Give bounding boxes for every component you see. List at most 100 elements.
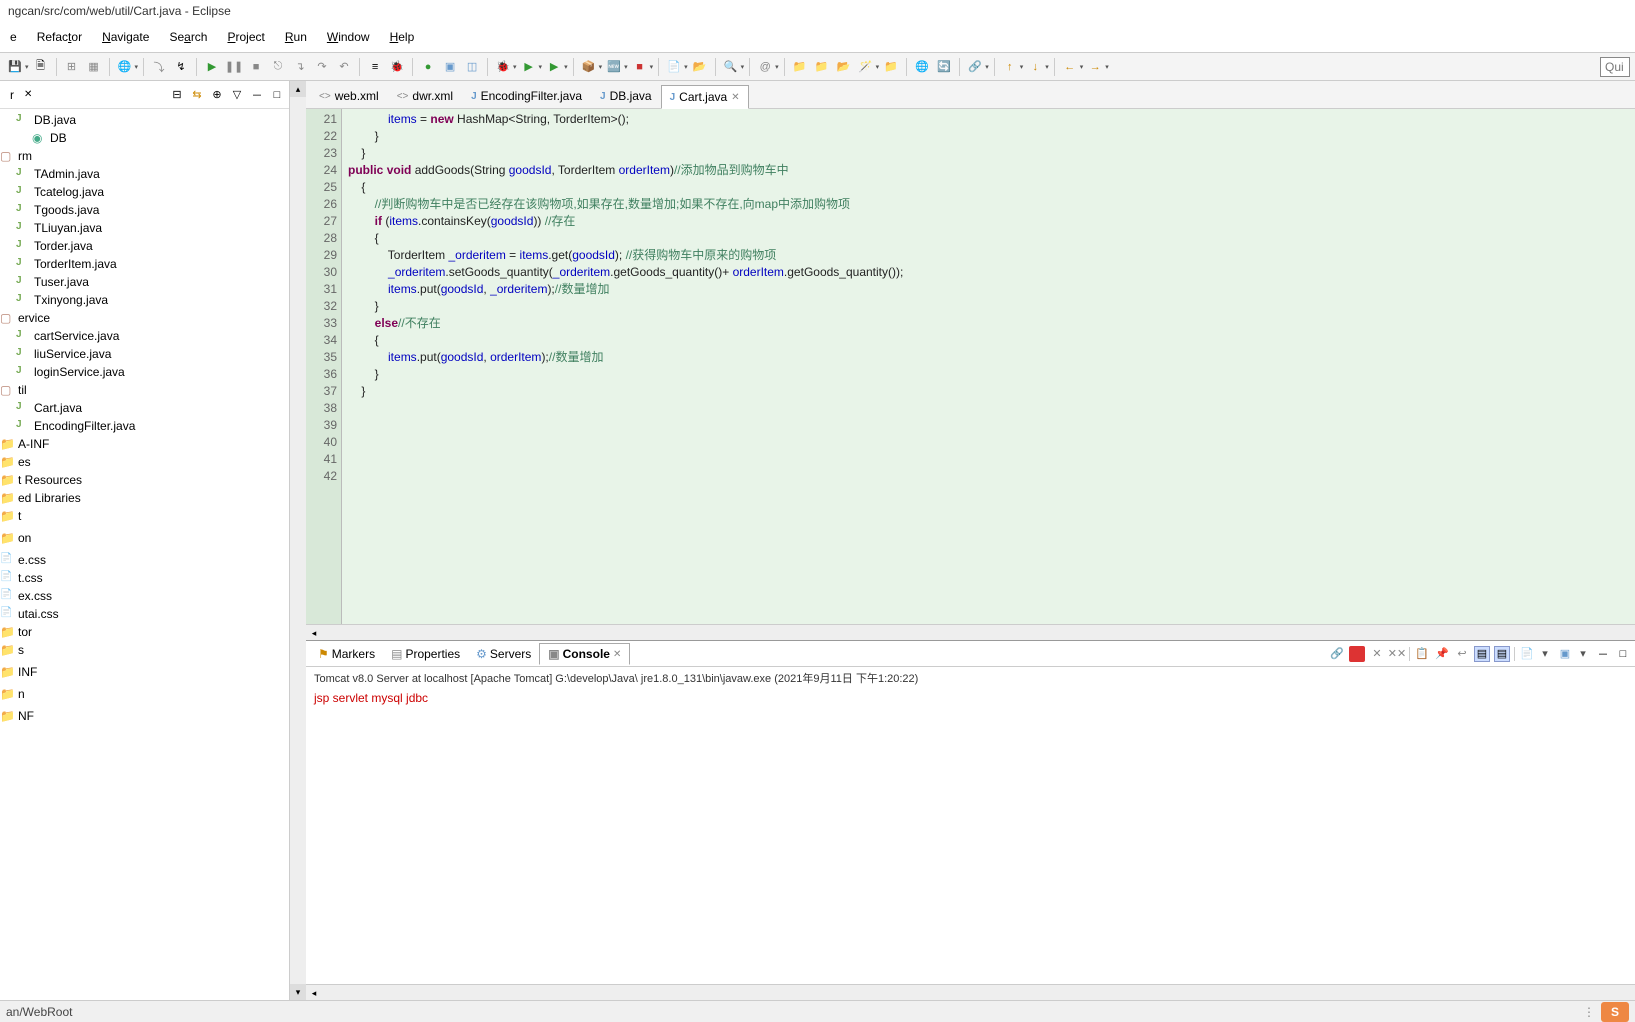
back-icon[interactable]: ← (1060, 57, 1080, 77)
ime-icon[interactable]: S (1601, 1002, 1629, 1022)
toggle-mark-icon[interactable]: ⊞ (62, 57, 82, 77)
folder4-icon[interactable]: 📁 (881, 57, 901, 77)
tree-item[interactable]: JDB.java (0, 111, 289, 129)
tree-item[interactable]: JTAdmin.java (0, 165, 289, 183)
debug-icon[interactable]: 🐞 (493, 57, 513, 77)
tree-item[interactable]: 📁n (0, 685, 289, 703)
tree-item[interactable]: JTuser.java (0, 273, 289, 291)
tree-item[interactable]: 📄t.css (0, 569, 289, 587)
wrap-icon[interactable]: ↩ (1454, 646, 1470, 662)
project-icon[interactable]: ▣ (440, 57, 460, 77)
tree-item[interactable]: JloginService.java (0, 363, 289, 381)
save-all-icon[interactable]: 🗎 (31, 57, 51, 77)
skip-icon[interactable]: ⤵ (149, 57, 169, 77)
scroll-down-icon[interactable]: ▾ (290, 984, 306, 1000)
code-content[interactable]: items = new HashMap<String, TorderItem>(… (342, 109, 1635, 624)
tree-item[interactable]: 📄ex.css (0, 587, 289, 605)
remove-all-icon[interactable]: ✕✕ (1389, 646, 1405, 662)
folder-icon[interactable]: 📁 (790, 57, 810, 77)
tree-item[interactable]: 📄utai.css (0, 605, 289, 623)
tree-item[interactable]: JTgoods.java (0, 201, 289, 219)
tree-item[interactable]: 📁ed Libraries (0, 489, 289, 507)
new-res-icon[interactable]: 📄 (664, 57, 684, 77)
package-icon[interactable]: ◫ (462, 57, 482, 77)
collapse-icon[interactable]: ⊟ (169, 87, 185, 103)
min-console-icon[interactable]: － (1595, 646, 1611, 662)
show-output-icon[interactable]: ▤ (1474, 646, 1490, 662)
menu-search[interactable]: Search (159, 26, 217, 48)
new-class-icon[interactable]: 🆕 (604, 57, 624, 77)
tree-item[interactable]: JTorder.java (0, 237, 289, 255)
tree-item[interactable]: 📁t Resources (0, 471, 289, 489)
editor-tab[interactable]: JCart.java✕ (661, 85, 749, 109)
display-console-icon[interactable]: ▣ (1557, 646, 1573, 662)
minimize-icon[interactable]: － (249, 87, 265, 103)
filter-icon[interactable]: ≡ (365, 57, 385, 77)
tree-item[interactable]: JliuService.java (0, 345, 289, 363)
code-editor[interactable]: 2122232425262728293031323334353637383940… (306, 109, 1635, 624)
search-icon[interactable]: 🔍 (721, 57, 741, 77)
step-icon[interactable]: ↯ (171, 57, 191, 77)
tab-markers[interactable]: ⚑Markers (310, 644, 383, 664)
resume-icon[interactable]: ▶ (202, 57, 222, 77)
menu-run[interactable]: Run (275, 26, 317, 48)
browser-icon[interactable]: 🌐 (115, 57, 135, 77)
tree-item[interactable]: 📁on (0, 529, 289, 547)
console-scroll-left-icon[interactable]: ◂ (306, 985, 322, 1000)
remove-terminated-icon[interactable]: ✕ (1369, 646, 1385, 662)
save-icon[interactable]: 💾 (5, 57, 25, 77)
tree-item[interactable]: 📄e.css (0, 551, 289, 569)
wand-icon[interactable]: 🪄 (856, 57, 876, 77)
status-menu-icon[interactable]: ⋮ (1583, 1005, 1595, 1019)
maximize-icon[interactable]: □ (269, 87, 285, 103)
view-menu-icon[interactable]: ▽ (229, 87, 245, 103)
menu-help[interactable]: Help (380, 26, 425, 48)
tree-item[interactable]: ▢ervice (0, 309, 289, 327)
folder3-icon[interactable]: 📂 (834, 57, 854, 77)
tree-item[interactable]: 📁INF (0, 663, 289, 681)
console-output[interactable]: jsp servlet mysql jdbc (306, 689, 1635, 984)
tree-item[interactable]: JTxinyong.java (0, 291, 289, 309)
next-annot-icon[interactable]: ↓ (1025, 57, 1045, 77)
bug-icon[interactable]: 🐞 (387, 57, 407, 77)
tab-console[interactable]: ▣Console ✕ (539, 643, 630, 665)
web-icon[interactable]: 🌐 (912, 57, 932, 77)
stepreturn-icon[interactable]: ↶ (334, 57, 354, 77)
max-console-icon[interactable]: □ (1615, 646, 1631, 662)
prev-annot-icon[interactable]: ↑ (1000, 57, 1020, 77)
build-icon[interactable]: ● (418, 57, 438, 77)
stop-icon[interactable]: ■ (246, 57, 266, 77)
new-pkg-icon[interactable]: 📦 (579, 57, 599, 77)
stepinto-icon[interactable]: ↴ (290, 57, 310, 77)
editor-tab[interactable]: JEncodingFilter.java (462, 84, 591, 108)
file-tree[interactable]: JDB.java◉DB▢rmJTAdmin.javaJTcatelog.java… (0, 109, 289, 1000)
focus-icon[interactable]: ⊕ (209, 87, 225, 103)
tree-item[interactable]: JCart.java (0, 399, 289, 417)
editor-hscrollbar[interactable]: ◂ (306, 624, 1635, 640)
tree-item[interactable]: JTLiuyan.java (0, 219, 289, 237)
menu-navigate[interactable]: Navigate (92, 26, 159, 48)
link-editor-icon[interactable]: ⇆ (189, 87, 205, 103)
pause-icon[interactable]: ❚❚ (224, 57, 244, 77)
editor-tab[interactable]: JDB.java (591, 84, 661, 108)
tree-item[interactable]: ◉DB (0, 129, 289, 147)
pin-icon[interactable]: 📌 (1434, 646, 1450, 662)
open-console-icon[interactable]: 📄 (1519, 646, 1535, 662)
stepover-icon[interactable]: ↷ (312, 57, 332, 77)
scroll-up-icon[interactable]: ▴ (290, 81, 306, 97)
close-icon[interactable]: ✕ (24, 89, 32, 100)
tab-properties[interactable]: ▤Properties (383, 644, 468, 664)
run-icon[interactable]: ▶ (519, 57, 539, 77)
sidebar-scrollbar[interactable]: ▴ ▾ (290, 81, 306, 1000)
menu-window[interactable]: Window (317, 26, 380, 48)
terminate-icon[interactable] (1349, 646, 1365, 662)
tree-item[interactable]: 📁es (0, 453, 289, 471)
show-err-icon[interactable]: ▤ (1494, 646, 1510, 662)
quick-access[interactable]: Qui (1600, 57, 1630, 77)
annotation-icon[interactable]: @ (755, 57, 775, 77)
tree-item[interactable]: ▢til (0, 381, 289, 399)
folder2-icon[interactable]: 📁 (812, 57, 832, 77)
close-console-icon[interactable]: ✕ (613, 649, 621, 660)
toggle-block-icon[interactable]: ▦ (84, 57, 104, 77)
clear-icon[interactable]: 📋 (1414, 646, 1430, 662)
